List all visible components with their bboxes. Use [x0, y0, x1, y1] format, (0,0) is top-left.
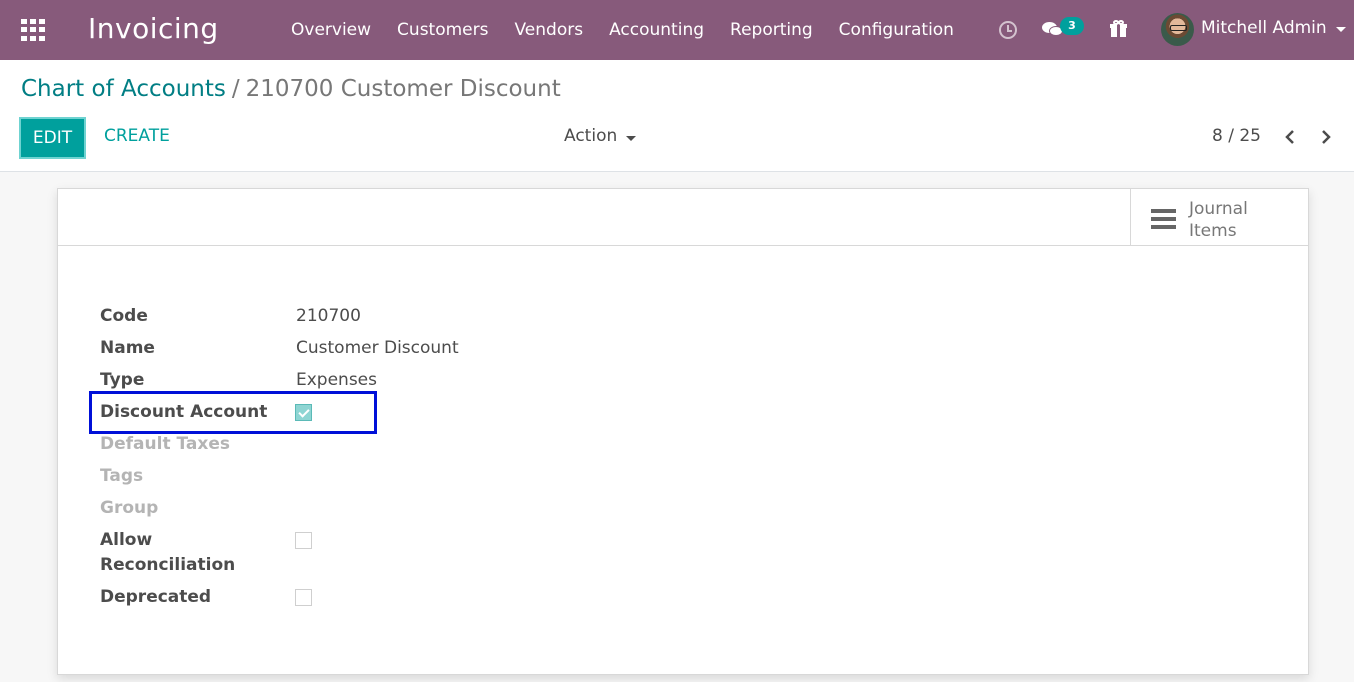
discount-account-label: Discount Account: [100, 402, 268, 422]
type-label: Type: [100, 370, 145, 390]
menu-reporting[interactable]: Reporting: [717, 0, 826, 60]
menu-customers[interactable]: Customers: [384, 0, 501, 60]
top-navbar: Invoicing Overview Customers Vendors Acc…: [0, 0, 1354, 60]
action-dropdown[interactable]: Action: [564, 126, 617, 146]
main-menu: Overview Customers Vendors Accounting Re…: [278, 0, 967, 60]
breadcrumb-current-record: 210700 Customer Discount: [245, 76, 561, 102]
breadcrumb-chart-of-accounts[interactable]: Chart of Accounts: [21, 76, 226, 102]
edit-button[interactable]: EDIT: [19, 117, 86, 159]
gift-icon[interactable]: [1110, 20, 1127, 37]
user-menu-name[interactable]: Mitchell Admin: [1201, 18, 1327, 38]
allow-reconciliation-checkbox: [295, 532, 312, 549]
name-value: Customer Discount: [296, 338, 459, 358]
group-label: Group: [100, 498, 159, 518]
tags-label: Tags: [100, 466, 144, 486]
breadcrumb: Chart of Accounts/210700 Customer Discou…: [21, 76, 561, 102]
code-value: 210700: [296, 306, 361, 326]
code-label: Code: [100, 306, 148, 326]
default-taxes-label: Default Taxes: [100, 434, 230, 454]
menu-overview[interactable]: Overview: [278, 0, 384, 60]
chevron-left-icon[interactable]: [1280, 127, 1300, 147]
activity-clock-icon[interactable]: [999, 21, 1017, 39]
chat-count-badge: 3: [1060, 17, 1084, 35]
allow-reconciliation-label-line1: Allow: [100, 530, 153, 550]
app-title[interactable]: Invoicing: [88, 12, 219, 45]
chevron-right-icon[interactable]: [1316, 127, 1336, 147]
bars-icon: [1151, 209, 1176, 229]
journal-items-label: Journal Items: [1189, 199, 1248, 241]
menu-accounting[interactable]: Accounting: [596, 0, 717, 60]
pager-value[interactable]: 8 / 25: [1212, 126, 1261, 146]
form-sheet: Journal Items Code 210700 Name Customer …: [57, 188, 1309, 675]
apps-menu-icon[interactable]: [21, 19, 45, 41]
name-label: Name: [100, 338, 155, 358]
menu-vendors[interactable]: Vendors: [501, 0, 596, 60]
deprecated-label: Deprecated: [100, 587, 212, 607]
action-caret-icon[interactable]: [626, 136, 636, 141]
allow-reconciliation-label-line2: Reconciliation: [100, 555, 236, 575]
journal-items-button[interactable]: Journal Items: [1130, 189, 1308, 246]
breadcrumb-separator: /: [231, 76, 240, 102]
type-value: Expenses: [296, 370, 377, 390]
deprecated-checkbox: [295, 589, 312, 606]
smart-button-box: Journal Items: [58, 189, 1308, 246]
chevron-down-icon[interactable]: [1336, 27, 1346, 32]
discount-account-checkbox: [295, 404, 312, 421]
menu-configuration[interactable]: Configuration: [826, 0, 967, 60]
create-button[interactable]: CREATE: [104, 126, 170, 146]
user-avatar[interactable]: [1161, 13, 1194, 46]
control-panel: Chart of Accounts/210700 Customer Discou…: [0, 60, 1354, 172]
